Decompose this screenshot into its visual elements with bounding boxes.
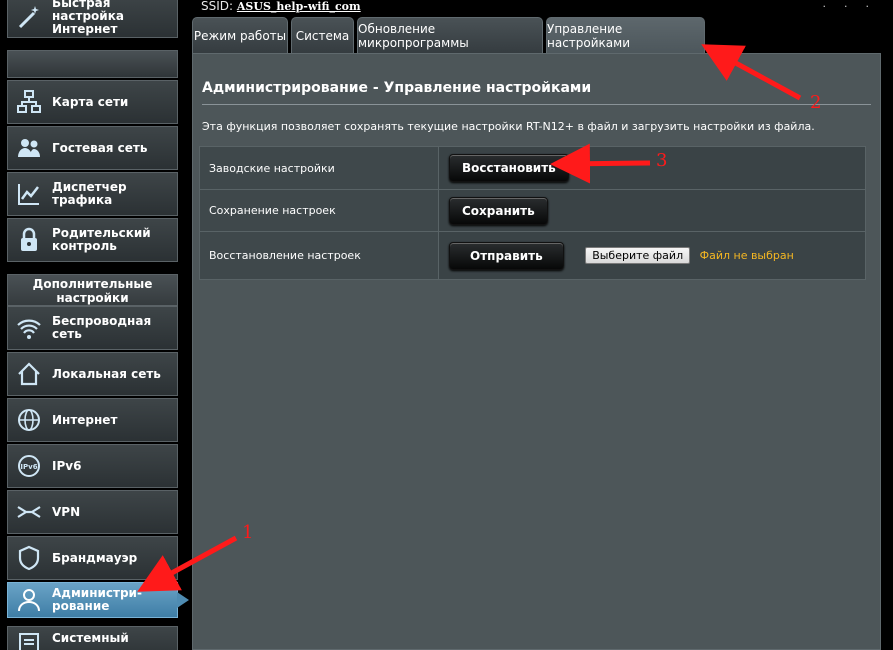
sidebar-item-label: Интернет xyxy=(52,412,118,427)
page-description: Эта функция позволяет сохранять текущие … xyxy=(202,120,815,133)
restore-factory-button[interactable]: Восстановить xyxy=(449,154,569,182)
sidebar-item-network-map[interactable]: Карта сети xyxy=(7,80,178,124)
sidebar-item-traffic-manager[interactable]: Диспетчер трафика xyxy=(7,172,178,216)
sidebar-item-label: Администри-рование xyxy=(52,586,142,613)
sidebar-item-label: Быстрая настройка Интернет xyxy=(52,0,124,36)
sidebar-item-parental-control[interactable]: Родительский контроль xyxy=(7,218,178,262)
sidebar-item-label: Локальная сеть xyxy=(52,366,161,381)
ipv6-icon: IPv6 xyxy=(16,453,42,479)
traffic-manager-icon xyxy=(16,181,42,207)
tab-operation-mode[interactable]: Режим работы xyxy=(192,17,288,53)
save-settings-button[interactable]: Сохранить xyxy=(449,196,548,225)
administration-icon xyxy=(16,587,42,613)
network-map-icon xyxy=(16,89,42,115)
sidebar-item-quick-setup[interactable]: Быстрая настройка Интернет xyxy=(7,0,178,38)
vpn-icon xyxy=(16,499,42,525)
tab-firmware-upgrade[interactable]: Обновление микропрограммы xyxy=(357,17,543,53)
settings-table: Заводские настройки Восстановить Сохране… xyxy=(199,146,866,280)
file-status-text: Файл не выбран xyxy=(699,249,794,262)
wireless-icon xyxy=(16,315,42,341)
sidebar-item-label: VPN xyxy=(52,504,81,519)
system-log-icon xyxy=(16,632,42,650)
row-label-restore-settings: Восстановление настроек xyxy=(199,231,439,280)
magic-wand-icon xyxy=(16,3,42,29)
choose-file-button[interactable]: Выберите файл xyxy=(585,247,691,264)
table-row: Заводские настройки Восстановить xyxy=(199,146,866,190)
upload-settings-button[interactable]: Отправить xyxy=(449,241,564,270)
sidebar-item-label: IPv6 xyxy=(52,458,82,473)
table-row: Восстановление настроек Отправить Выбери… xyxy=(199,231,866,280)
title-divider xyxy=(202,104,871,105)
sidebar-item-vpn[interactable]: VPN xyxy=(7,490,178,534)
sidebar-item-lan[interactable]: Локальная сеть xyxy=(7,352,178,396)
sidebar-item-label: Брандмауэр xyxy=(52,550,138,565)
row-label-factory-default: Заводские настройки xyxy=(199,146,439,190)
internet-globe-icon xyxy=(16,407,42,433)
firewall-icon xyxy=(16,545,42,571)
sidebar-item-label: Карта сети xyxy=(52,94,129,109)
ssid-label: SSID: xyxy=(201,0,234,13)
sidebar-item-label: Родительский контроль xyxy=(52,226,151,253)
annotation-number-3: 3 xyxy=(656,150,668,171)
svg-text:IPv6: IPv6 xyxy=(20,463,37,471)
sidebar-item-firewall[interactable]: Брандмауэр xyxy=(7,536,178,580)
sidebar-item-wireless[interactable]: Беспроводная сеть xyxy=(7,306,178,350)
sidebar: Быстрая настройка Интернет Карта сети Го… xyxy=(0,0,192,650)
sidebar-item-label: Системный xyxy=(52,631,129,645)
ssid-display: SSID: ASUS_help-wifi_com xyxy=(201,0,361,13)
sidebar-section-divider xyxy=(7,50,178,78)
top-status-icons: ··· xyxy=(822,0,887,13)
sidebar-item-guest-network[interactable]: Гостевая сеть xyxy=(7,126,178,170)
sidebar-item-label: Беспроводная сеть xyxy=(52,314,152,341)
guest-network-icon xyxy=(16,135,42,161)
row-label-save-settings: Сохранение настроек xyxy=(199,189,439,232)
main-panel: Администрирование - Управление настройка… xyxy=(192,53,881,650)
ssid-value[interactable]: ASUS_help-wifi_com xyxy=(237,0,361,13)
sidebar-item-system-log[interactable]: Системный xyxy=(7,626,178,650)
page-title: Администрирование - Управление настройка… xyxy=(202,80,592,96)
sidebar-item-label: Гостевая сеть xyxy=(52,140,148,155)
lan-icon xyxy=(16,361,42,387)
sidebar-item-administration[interactable]: Администри-рование xyxy=(7,582,189,618)
parental-control-icon xyxy=(16,227,42,253)
sidebar-advanced-header: Дополнительные настройки xyxy=(7,274,178,306)
table-row: Сохранение настроек Сохранить xyxy=(199,189,866,232)
tab-system[interactable]: Система xyxy=(291,17,354,53)
annotation-number-1: 1 xyxy=(242,522,254,543)
annotation-number-2: 2 xyxy=(810,92,822,113)
sidebar-item-ipv6[interactable]: IPv6 IPv6 xyxy=(7,444,178,488)
tab-settings-management[interactable]: Управление настройками xyxy=(546,17,705,53)
sidebar-item-internet[interactable]: Интернет xyxy=(7,398,178,442)
sidebar-item-label: Диспетчер трафика xyxy=(52,180,127,207)
